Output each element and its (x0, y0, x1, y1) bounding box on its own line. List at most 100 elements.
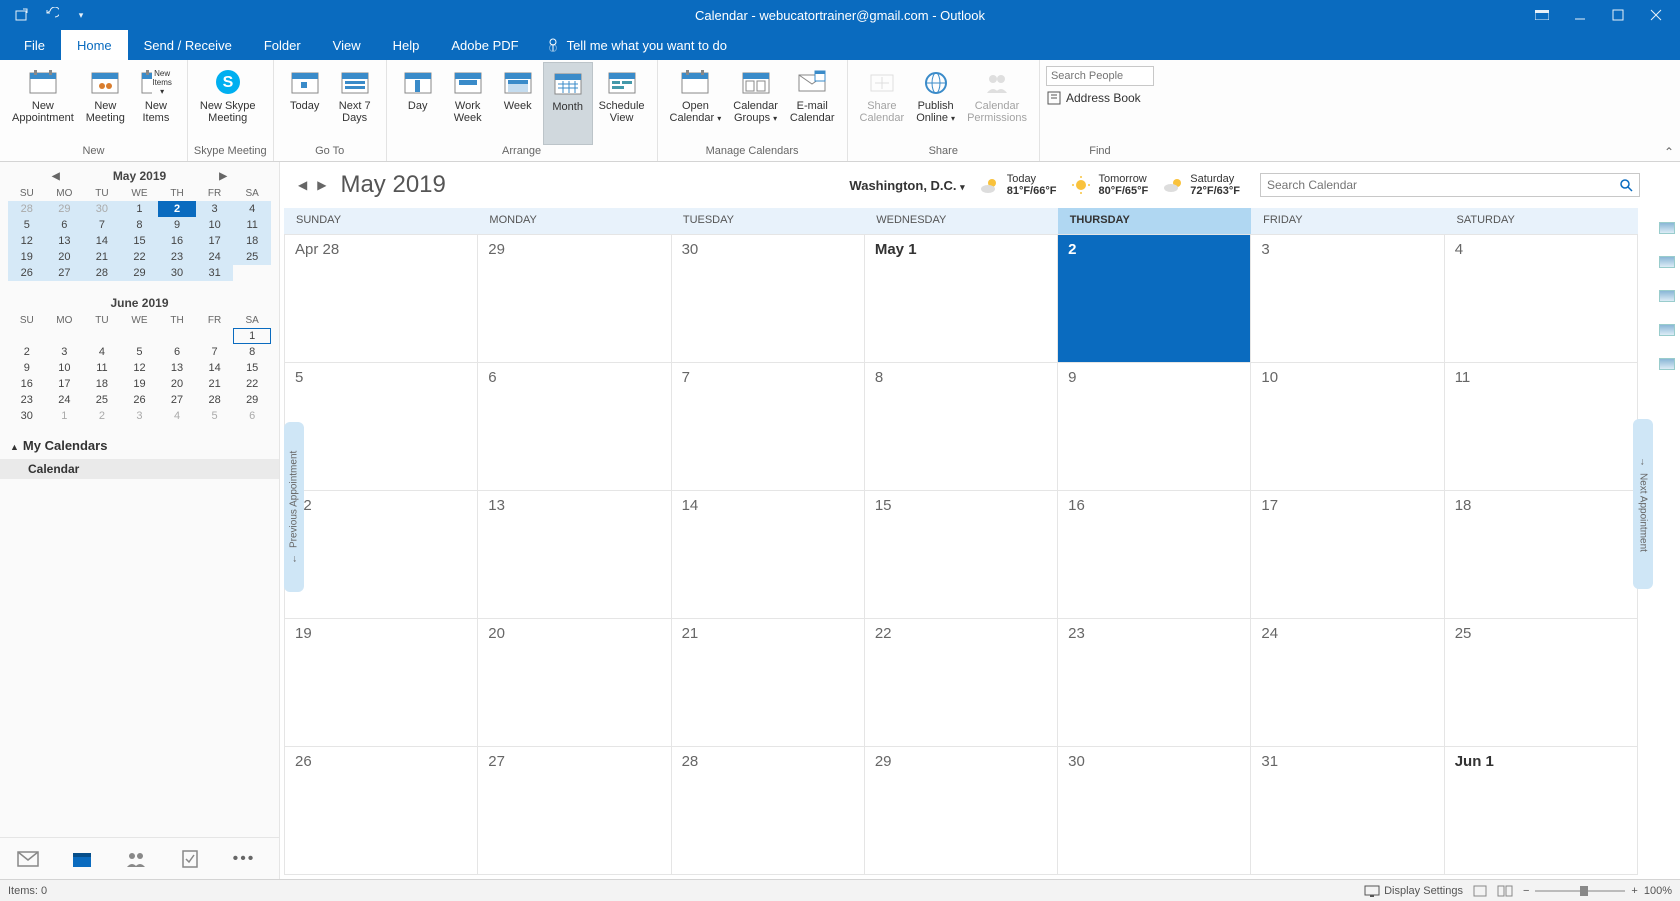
minical-day[interactable]: 12 (121, 360, 159, 376)
minical-day[interactable]: 27 (46, 265, 84, 281)
minical-day[interactable]: 18 (233, 233, 271, 249)
minical-day[interactable]: 7 (83, 217, 121, 233)
minical-day[interactable]: 7 (196, 344, 234, 360)
search-calendar-input[interactable] (1267, 178, 1619, 192)
minical-day[interactable]: 25 (83, 392, 121, 408)
minical-day[interactable]: 9 (8, 360, 46, 376)
day-cell[interactable]: 12 (285, 491, 477, 618)
minical-day[interactable]: 31 (196, 265, 234, 281)
minical-day[interactable]: 21 (83, 249, 121, 265)
tab-home[interactable]: Home (61, 30, 128, 60)
minical-day[interactable] (158, 328, 196, 344)
minical-next-icon[interactable]: ▶ (215, 169, 231, 184)
work-week-button[interactable]: Work Week (443, 62, 493, 145)
minical-day[interactable]: 30 (83, 201, 121, 217)
minical-day[interactable]: 17 (196, 233, 234, 249)
undo-icon[interactable] (42, 6, 60, 24)
maximize-icon[interactable] (1604, 5, 1632, 25)
e-mail-calendar-button[interactable]: E-mail Calendar (784, 62, 841, 145)
minical-day[interactable]: 6 (233, 408, 271, 424)
day-cell[interactable]: 27 (477, 747, 670, 874)
next-appointment-tab[interactable]: →Next Appointment (1633, 419, 1653, 589)
qa-customize-icon[interactable]: ▾ (72, 6, 90, 24)
minical-day[interactable]: 14 (196, 360, 234, 376)
new-appointment-button[interactable]: New Appointment (6, 62, 80, 145)
tab-adobe-pdf[interactable]: Adobe PDF (435, 30, 534, 60)
minical-day[interactable]: 3 (121, 408, 159, 424)
minical-day[interactable]: 22 (233, 376, 271, 392)
minical-day[interactable]: 20 (158, 376, 196, 392)
minical-day[interactable]: 1 (46, 408, 84, 424)
minical-day[interactable]: 1 (233, 328, 271, 344)
search-people-input[interactable] (1046, 66, 1154, 86)
zoom-slider[interactable]: − + 100% (1523, 885, 1672, 897)
day-cell[interactable]: 9 (1057, 363, 1250, 490)
search-calendar[interactable] (1260, 173, 1640, 197)
mini-calendar-june[interactable]: June 2019SUMOTUWETHFRSA12345678910111213… (0, 289, 279, 432)
rail-month-icon[interactable] (1659, 290, 1675, 302)
minical-day[interactable]: 15 (233, 360, 271, 376)
minical-day[interactable]: 10 (46, 360, 84, 376)
weather-today[interactable]: Today81°F/66°F (979, 173, 1057, 197)
minical-day[interactable]: 22 (121, 249, 159, 265)
minical-day[interactable] (121, 328, 159, 344)
day-cell[interactable]: 14 (671, 491, 864, 618)
minical-day[interactable]: 17 (46, 376, 84, 392)
tab-send-receive[interactable]: Send / Receive (128, 30, 248, 60)
ribbon-display-icon[interactable] (1528, 5, 1556, 25)
zoom-in-icon[interactable]: + (1631, 885, 1637, 897)
day-cell[interactable]: 26 (285, 747, 477, 874)
display-settings-button[interactable]: Display Settings (1364, 885, 1463, 897)
day-cell[interactable]: 16 (1057, 491, 1250, 618)
minical-day[interactable] (233, 265, 271, 281)
minical-day[interactable]: 14 (83, 233, 121, 249)
day-cell[interactable]: May 1 (864, 235, 1057, 362)
tasks-icon[interactable] (178, 847, 202, 871)
minical-day[interactable]: 6 (158, 344, 196, 360)
next-month-icon[interactable]: ▶ (313, 176, 330, 194)
minical-day[interactable]: 21 (196, 376, 234, 392)
day-cell[interactable]: 25 (1444, 619, 1637, 746)
day-cell[interactable]: 13 (477, 491, 670, 618)
minical-day[interactable]: 19 (8, 249, 46, 265)
schedule-view-button[interactable]: Schedule View (593, 62, 651, 145)
day-cell[interactable]: 5 (285, 363, 477, 490)
minical-day[interactable]: 29 (233, 392, 271, 408)
minical-day[interactable]: 15 (121, 233, 159, 249)
day-cell[interactable]: 29 (477, 235, 670, 362)
minical-day[interactable]: 5 (196, 408, 234, 424)
minical-day[interactable]: 1 (121, 201, 159, 217)
minical-day[interactable]: 9 (158, 217, 196, 233)
minical-day[interactable]: 13 (158, 360, 196, 376)
day-cell[interactable]: 31 (1250, 747, 1443, 874)
minical-day[interactable]: 2 (158, 201, 196, 217)
minical-day[interactable]: 3 (46, 344, 84, 360)
minical-day[interactable]: 27 (158, 392, 196, 408)
minimize-icon[interactable] (1566, 5, 1594, 25)
minical-day[interactable]: 3 (196, 201, 234, 217)
address-book-button[interactable]: Address Book (1046, 90, 1154, 106)
minical-day[interactable] (83, 328, 121, 344)
minical-day[interactable]: 8 (233, 344, 271, 360)
minical-day[interactable]: 20 (46, 249, 84, 265)
today-button[interactable]: Today (280, 62, 330, 145)
open-calendar-button[interactable]: Open Calendar ▾ (664, 62, 728, 145)
weather-tomorrow[interactable]: Tomorrow80°F/65°F (1070, 173, 1148, 197)
month-button[interactable]: Month (543, 62, 593, 145)
my-calendars-header[interactable]: ▲My Calendars (0, 432, 279, 459)
minical-day[interactable]: 19 (121, 376, 159, 392)
new-meeting-button[interactable]: New Meeting (80, 62, 131, 145)
day-cell[interactable]: 24 (1250, 619, 1443, 746)
calendar-icon[interactable] (70, 847, 94, 871)
rail-week-icon[interactable] (1659, 256, 1675, 268)
minical-day[interactable]: 2 (8, 344, 46, 360)
minical-day[interactable]: 13 (46, 233, 84, 249)
day-cell[interactable]: 19 (285, 619, 477, 746)
minical-day[interactable]: 16 (8, 376, 46, 392)
day-cell[interactable]: Apr 28 (285, 235, 477, 362)
week-button[interactable]: Week (493, 62, 543, 145)
minical-day[interactable] (46, 328, 84, 344)
prev-month-icon[interactable]: ◀ (294, 176, 311, 194)
day-cell[interactable]: 4 (1444, 235, 1637, 362)
minical-day[interactable]: 16 (158, 233, 196, 249)
